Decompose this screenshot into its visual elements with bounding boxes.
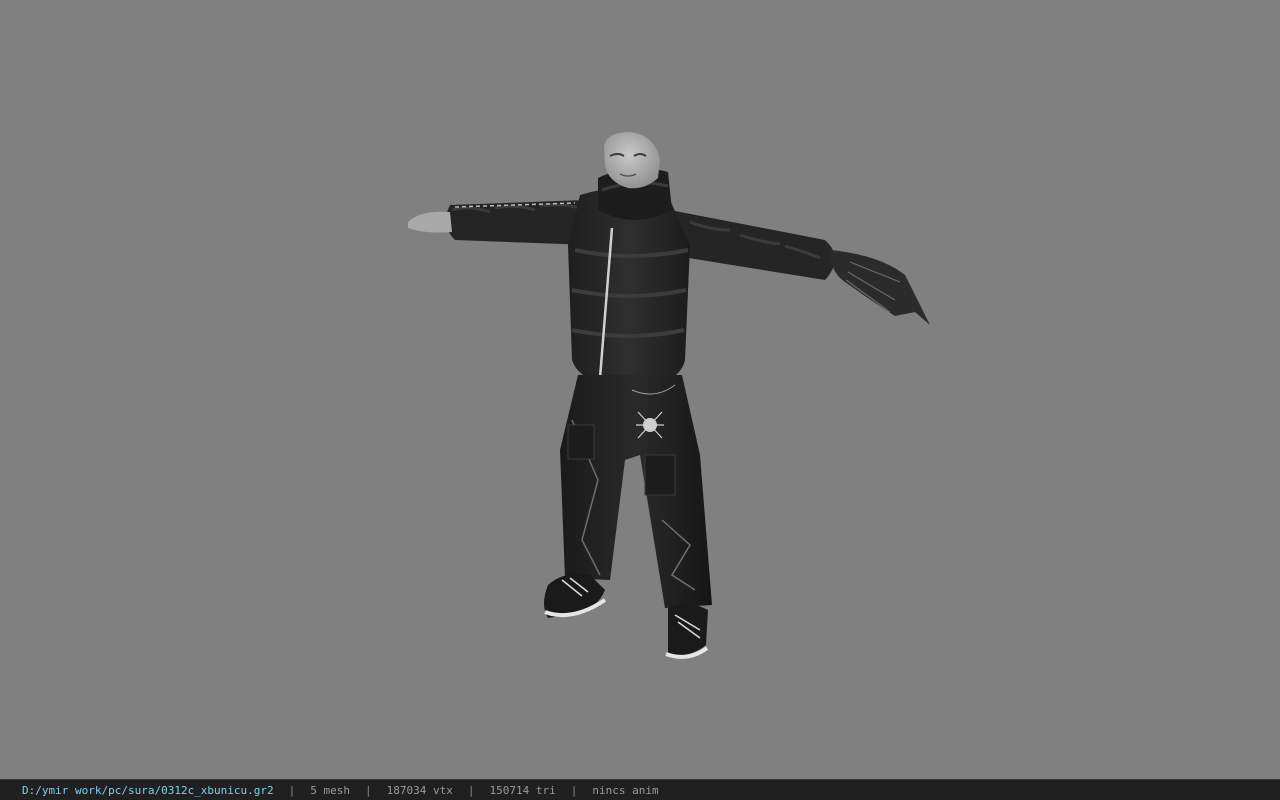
pants [560, 375, 712, 608]
left-arm [408, 200, 590, 245]
separator: | [365, 783, 372, 797]
vertex-count: 187034 vtx [386, 783, 453, 797]
separator: | [467, 783, 475, 797]
mesh-count: 5 mesh [310, 783, 351, 797]
character-model [408, 132, 930, 659]
triangle-count: 150714 tri [489, 783, 556, 797]
puffer-jacket [568, 168, 690, 388]
right-arm [670, 210, 930, 325]
3d-viewport[interactable] [0, 0, 1280, 779]
file-path: D:/ymir work/pc/sura/0312c_xbunicu.gr2 [22, 783, 274, 797]
status-bar: D:/ymir work/pc/sura/0312c_xbunicu.gr2 |… [0, 779, 1280, 800]
separator: | [288, 783, 296, 797]
animation-status: nincs anim [592, 783, 659, 797]
separator: | [570, 783, 578, 797]
